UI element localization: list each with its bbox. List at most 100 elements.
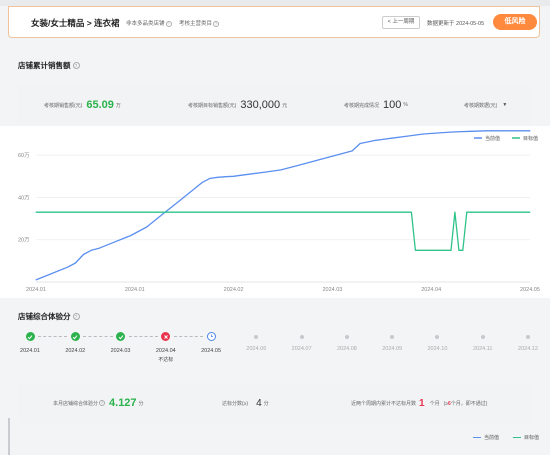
series-point-1 (35, 211, 37, 213)
legend-current[interactable]: 当前值 (473, 434, 499, 441)
series-point-0 (454, 131, 456, 133)
help-icon[interactable]: ? (213, 21, 220, 27)
non-multi-category-link[interactable]: 非本多品类店铺? (126, 19, 172, 27)
legend-label: 当前值 (484, 435, 500, 441)
series-point-0 (335, 154, 337, 156)
metric-value: 100 (383, 99, 402, 111)
legend-label: 目标值 (523, 135, 538, 142)
legend-label: 目标值 (524, 435, 540, 441)
score-metrics-box: 本月店铺综合体验分 ? 4.127 分 达标分数(≥) 4 分 近两个周期内累计… (18, 383, 532, 423)
sales-metrics-box: 考核期销售额(元) 65.09 万 考核期目标销售额(元) 330,000 元 … (18, 85, 532, 125)
check-circle-icon (116, 332, 126, 341)
category-title: 女装/女士精品 > 连衣裙 (31, 18, 120, 28)
series-point-0 (146, 226, 148, 228)
series-point-0 (438, 132, 440, 134)
timeline-month[interactable]: 2024.10 (417, 332, 457, 352)
series-point-0 (529, 130, 531, 132)
series-point-0 (82, 254, 84, 256)
series-point-1 (474, 211, 476, 213)
timeline-status: 不达标 (158, 357, 174, 363)
metric-label: 本月店铺综合体验分 (53, 400, 99, 407)
series-point-0 (241, 174, 243, 176)
main-category-link[interactable]: 考核主营类目? (179, 19, 220, 27)
timeline-date: 2024.08 (336, 345, 357, 352)
pending-dot-icon (526, 334, 530, 339)
update-time: 数据更新于 2024-05-05 (427, 21, 485, 27)
timeline-month[interactable]: 2024.03 (101, 332, 141, 354)
close-circle-icon (161, 332, 171, 341)
timeline-date: 2024.04 (155, 348, 176, 354)
metric-unit: 元 (282, 102, 288, 109)
timeline-month[interactable]: 2024.11 (463, 332, 503, 352)
timeline-date: 2024.05 (201, 348, 222, 354)
series-point-0 (422, 133, 424, 135)
x-tick-label: 2024.01 (26, 287, 46, 293)
pending-dot-icon (299, 334, 304, 339)
caret-down-icon[interactable]: ▼ (502, 102, 507, 108)
sales-line-chart: 20万 40万 60万 2024.01 2024.01 2024.02 2024.03 202… (0, 126, 550, 298)
series-point-0 (193, 188, 195, 190)
metric-label: 近两个周期内累计不达标月数 (351, 400, 417, 407)
legend-swatch-target (513, 436, 521, 439)
metric-unit: 个月 (429, 400, 440, 407)
timeline-month[interactable]: 2024.12 (508, 332, 548, 352)
metric-unit: 万 (115, 102, 121, 109)
metric-label: 考核期销售额(元) (44, 102, 83, 109)
metric-target-sales: 考核期目标销售额(元) 330,000 元 (188, 85, 287, 125)
y-tick-label: 60万 (18, 152, 30, 159)
series-point-0 (406, 135, 408, 137)
series-point-0 (296, 165, 298, 167)
timeline-month[interactable]: 2024.04 不达标 (146, 332, 186, 363)
prev-period-button[interactable]: < 上一周期 (382, 16, 420, 29)
score-section-title-text: 店铺综合体验分 (18, 312, 71, 321)
pending-dot-icon (254, 334, 259, 339)
timeline-month[interactable]: 2024.05 (191, 332, 231, 354)
sales-section-title-text: 店铺累计销售额 (18, 61, 71, 70)
series-point-0 (486, 130, 488, 132)
pending-dot-icon (344, 334, 349, 339)
main-category-label: 考核主营类目 (179, 21, 213, 27)
chart-svg: 20万 40万 60万 2024.01 2024.01 2024.02 2024.03 202… (0, 126, 550, 298)
timeline-month[interactable]: 2024.09 (372, 332, 412, 352)
series-point-1 (410, 211, 412, 213)
legend-target[interactable]: 目标值 (513, 434, 539, 441)
y-tick-label: 20万 (18, 237, 30, 244)
score-timeline: 2024.01 2024.02 2024.03 2024.04 不达标 2024.05 20… (18, 332, 540, 372)
risk-level-badge[interactable]: 低风险 (493, 14, 537, 30)
timeline-month[interactable]: 2024.02 (55, 332, 95, 354)
series-point-0 (264, 171, 266, 173)
metric-value: 4 (256, 397, 262, 409)
series-point-0 (67, 266, 69, 268)
timeline-date: 2024.11 (472, 345, 493, 352)
metric-store-score: 本月店铺综合体验分 ? 4.127 分 (53, 383, 144, 423)
timeline-month[interactable]: 2024.06 (236, 332, 276, 352)
metric-label: 考核期完成情况 (344, 102, 380, 109)
y-tick-label: 40万 (18, 194, 30, 201)
series-point-0 (375, 139, 377, 141)
x-tick-label: 2024.03 (322, 287, 342, 293)
series-point-0 (327, 156, 329, 158)
series-point-0 (35, 279, 37, 281)
series-point-0 (75, 262, 77, 264)
series-point-0 (517, 130, 519, 132)
help-icon[interactable]: ? (99, 400, 106, 406)
series-point-1 (529, 211, 531, 213)
legend-label: 当前值 (485, 135, 500, 142)
series-point-0 (233, 175, 235, 177)
series-point-1 (414, 249, 416, 251)
partial-chart-edge (8, 418, 10, 455)
timeline-month[interactable]: 2024.07 (282, 332, 322, 352)
series-point-0 (391, 137, 393, 139)
x-tick-label: 2024.05 (520, 287, 540, 293)
note-suffix: 个月，即不通过) (450, 400, 488, 407)
timeline-month[interactable]: 2024.08 (327, 332, 367, 352)
help-icon[interactable]: ? (72, 62, 80, 69)
help-icon[interactable]: ? (72, 313, 80, 320)
sales-section-title: 店铺累计销售额? (18, 60, 80, 71)
x-tick-label: 2024.02 (224, 287, 244, 293)
non-multi-category-label: 非本多品类店铺 (126, 21, 165, 27)
timeline-month[interactable]: 2024.01 (10, 332, 50, 354)
metric-period-data-dropdown[interactable]: 考核期数据(元) ▼ (464, 85, 507, 125)
legend-swatch-current (473, 436, 481, 439)
help-icon[interactable]: ? (165, 21, 172, 27)
